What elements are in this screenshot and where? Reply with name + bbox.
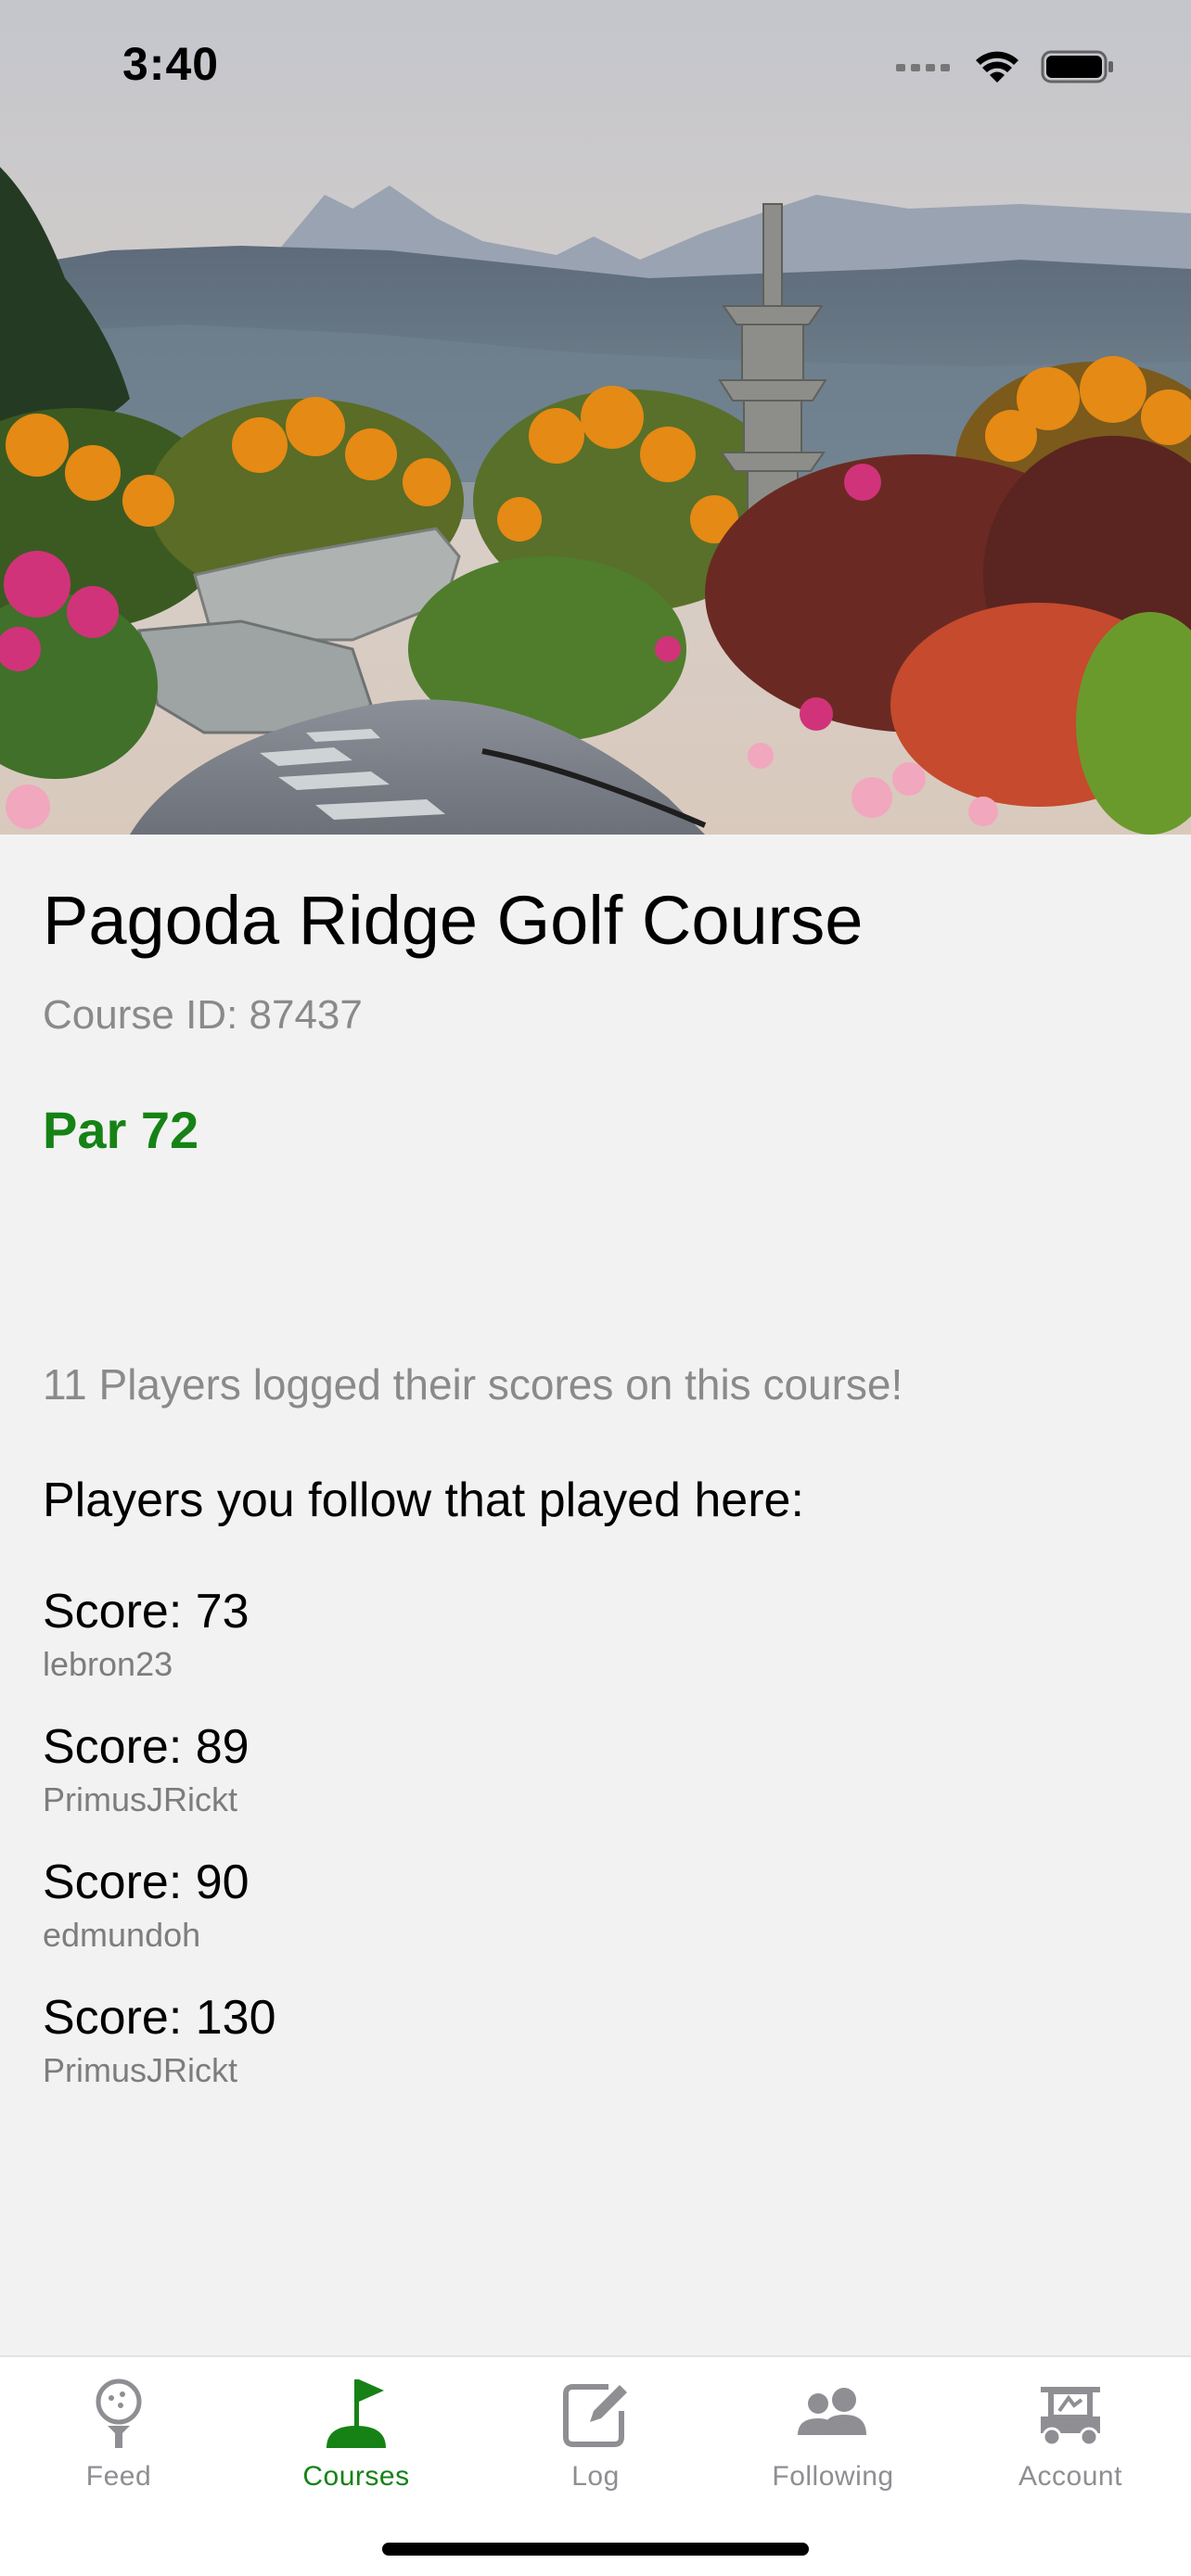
status-icons [896, 46, 1115, 91]
score-list: Score: 73 lebron23 Score: 89 PrimusJRick… [43, 1584, 1148, 2125]
score-value: Score: 89 [43, 1720, 250, 1774]
score-list-item[interactable]: Score: 73 lebron23 [43, 1584, 1148, 1719]
score-username: PrimusJRickt [43, 2051, 238, 2089]
score-username: lebron23 [43, 1645, 173, 1683]
wifi-icon [974, 49, 1020, 89]
tab-log[interactable]: Log [477, 2374, 714, 2513]
tab-courses[interactable]: Courses [237, 2374, 475, 2513]
score-list-item[interactable]: Score: 130 PrimusJRickt [43, 1990, 1148, 2125]
score-username: PrimusJRickt [43, 1780, 238, 1818]
tab-feed[interactable]: Feed [0, 2374, 237, 2513]
edit-square-icon [557, 2374, 634, 2452]
following-players-heading: Players you follow that played here: [43, 1473, 804, 1527]
score-value: Score: 90 [43, 1855, 250, 1909]
players-logged-count: 11 Players logged their scores on this c… [43, 1360, 903, 1409]
golf-ball-tee-icon [80, 2374, 158, 2452]
tab-label: Feed [85, 2461, 152, 2492]
cellular-signal-icon [896, 60, 954, 78]
status-time: 3:40 [122, 38, 220, 90]
tab-label: Account [1018, 2461, 1122, 2492]
course-par: Par 72 [43, 1101, 199, 1159]
tab-following[interactable]: Following [714, 2374, 952, 2513]
home-indicator[interactable] [382, 2543, 809, 2556]
score-value: Score: 130 [43, 1991, 276, 2045]
course-title: Pagoda Ridge Golf Course [43, 882, 864, 959]
score-username: edmundoh [43, 1916, 201, 1954]
score-list-item[interactable]: Score: 89 PrimusJRickt [43, 1719, 1148, 1855]
course-id: Course ID: 87437 [43, 992, 363, 1038]
tab-label: Following [772, 2461, 894, 2492]
tab-label: Log [571, 2461, 620, 2492]
tab-account[interactable]: Account [952, 2374, 1189, 2513]
course-detail-screen: 3:40 Pagoda Ridge Golf Course Course ID:… [0, 0, 1191, 2576]
tab-bar: Feed Courses Log Following Account [0, 2355, 1191, 2576]
battery-icon [1041, 48, 1115, 90]
tab-label: Courses [302, 2461, 410, 2492]
golf-flag-icon [317, 2374, 395, 2452]
people-icon [794, 2374, 872, 2452]
score-list-item[interactable]: Score: 90 edmundoh [43, 1855, 1148, 1990]
golf-cart-icon [1031, 2374, 1109, 2452]
status-bar: 3:40 [0, 0, 1191, 139]
score-value: Score: 73 [43, 1585, 250, 1639]
